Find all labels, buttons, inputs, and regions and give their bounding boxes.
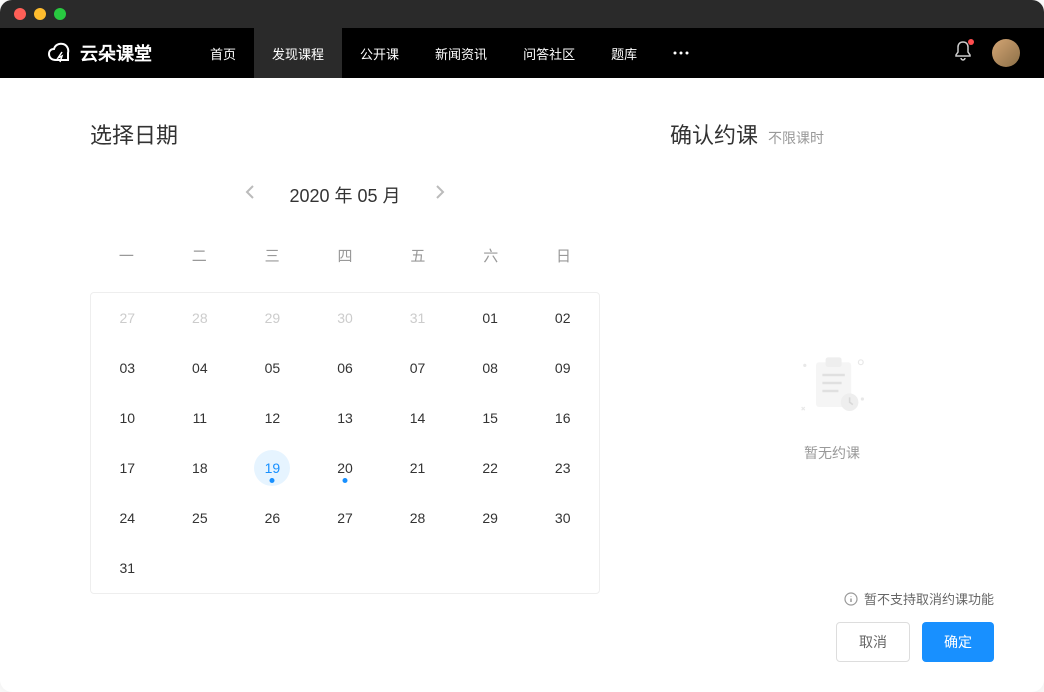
event-dot xyxy=(270,478,275,483)
calendar-day[interactable]: 25 xyxy=(164,493,237,543)
weekday-label: 日 xyxy=(527,235,600,276)
weekday-label: 五 xyxy=(381,235,454,276)
empty-state: 暂无约课 xyxy=(670,180,994,589)
calendar-grid: 2728293031010203040506070809101112131415… xyxy=(90,292,600,594)
weekday-row: 一二三四五六日 xyxy=(90,235,600,276)
top-nav: 云朵课堂 首页发现课程公开课新闻资讯问答社区题库 xyxy=(0,28,1044,78)
calendar-header: 2020 年 05 月 xyxy=(90,180,600,209)
titlebar xyxy=(0,0,1044,28)
calendar-day[interactable]: 14 xyxy=(381,393,454,443)
calendar-day[interactable]: 28 xyxy=(381,493,454,543)
calendar-day[interactable]: 20 xyxy=(309,443,382,493)
warning-row: 暂不支持取消约课功能 xyxy=(670,589,994,608)
calendar-day[interactable]: 06 xyxy=(309,343,382,393)
bottom-area: 暂不支持取消约课功能 取消 确定 xyxy=(670,589,994,662)
calendar-day[interactable]: 29 xyxy=(454,493,527,543)
confirm-panel: 确认约课 不限课时 xyxy=(640,78,1044,692)
section-title: 选择日期 xyxy=(90,118,600,150)
nav-item[interactable]: 题库 xyxy=(593,28,655,78)
info-icon xyxy=(844,592,858,606)
logo-text: 云朵课堂 xyxy=(80,40,152,66)
nav-right xyxy=(954,39,1020,67)
calendar-day[interactable]: 17 xyxy=(91,443,164,493)
calendar-day[interactable]: 27 xyxy=(91,293,164,343)
calendar-day[interactable]: 13 xyxy=(309,393,382,443)
calendar-day[interactable]: 12 xyxy=(236,393,309,443)
warning-text: 暂不支持取消约课功能 xyxy=(864,589,994,608)
confirm-header: 确认约课 不限课时 xyxy=(670,118,994,150)
calendar-day[interactable]: 30 xyxy=(526,493,599,543)
confirm-button[interactable]: 确定 xyxy=(922,622,994,662)
cancel-button[interactable]: 取消 xyxy=(836,622,910,662)
nav-item[interactable]: 问答社区 xyxy=(505,28,593,78)
weekday-label: 三 xyxy=(236,235,309,276)
date-picker-panel: 选择日期 2020 年 05 月 一二三四五六日 272829303101020… xyxy=(0,78,640,692)
confirm-title: 确认约课 xyxy=(670,118,758,150)
calendar-day[interactable]: 10 xyxy=(91,393,164,443)
calendar-day[interactable]: 26 xyxy=(236,493,309,543)
calendar-day[interactable]: 29 xyxy=(236,293,309,343)
maximize-window-button[interactable] xyxy=(54,8,66,20)
calendar-day[interactable]: 19 xyxy=(236,443,309,493)
chevron-right-icon xyxy=(435,184,445,200)
weekday-label: 六 xyxy=(454,235,527,276)
dots-icon xyxy=(673,51,689,55)
button-row: 取消 确定 xyxy=(670,622,994,662)
nav-item[interactable]: 公开课 xyxy=(342,28,417,78)
calendar-day[interactable]: 01 xyxy=(454,293,527,343)
nav-item[interactable]: 新闻资讯 xyxy=(417,28,505,78)
minimize-window-button[interactable] xyxy=(34,8,46,20)
logo[interactable]: 云朵课堂 xyxy=(48,40,152,66)
calendar-day[interactable]: 31 xyxy=(91,543,164,593)
weekday-label: 四 xyxy=(309,235,382,276)
clipboard-icon xyxy=(792,347,872,427)
close-window-button[interactable] xyxy=(14,8,26,20)
event-dot xyxy=(342,478,347,483)
calendar-day[interactable]: 02 xyxy=(526,293,599,343)
notifications-button[interactable] xyxy=(954,41,972,66)
nav-item[interactable]: 发现课程 xyxy=(254,28,342,78)
weekday-label: 一 xyxy=(90,235,163,276)
empty-text: 暂无约课 xyxy=(804,443,860,463)
calendar-day[interactable]: 04 xyxy=(164,343,237,393)
confirm-subtitle: 不限课时 xyxy=(768,128,824,148)
calendar-day[interactable]: 09 xyxy=(526,343,599,393)
weekday-label: 二 xyxy=(163,235,236,276)
calendar-day[interactable]: 23 xyxy=(526,443,599,493)
calendar-day[interactable]: 05 xyxy=(236,343,309,393)
calendar-day[interactable]: 27 xyxy=(309,493,382,543)
prev-month-button[interactable] xyxy=(241,180,259,209)
next-month-button[interactable] xyxy=(431,180,449,209)
content: 选择日期 2020 年 05 月 一二三四五六日 272829303101020… xyxy=(0,78,1044,692)
notification-dot xyxy=(968,39,974,45)
nav-items: 首页发现课程公开课新闻资讯问答社区题库 xyxy=(192,28,655,78)
calendar-day[interactable]: 24 xyxy=(91,493,164,543)
calendar-day[interactable]: 21 xyxy=(381,443,454,493)
calendar-day[interactable]: 30 xyxy=(309,293,382,343)
nav-item[interactable]: 首页 xyxy=(192,28,254,78)
calendar-day[interactable]: 16 xyxy=(526,393,599,443)
calendar-day[interactable]: 31 xyxy=(381,293,454,343)
chevron-left-icon xyxy=(245,184,255,200)
calendar-day[interactable]: 11 xyxy=(164,393,237,443)
app-window: 云朵课堂 首页发现课程公开课新闻资讯问答社区题库 选择日期 xyxy=(0,0,1044,692)
calendar-day[interactable]: 22 xyxy=(454,443,527,493)
nav-more-button[interactable] xyxy=(655,28,707,78)
avatar[interactable] xyxy=(992,39,1020,67)
calendar-day[interactable]: 15 xyxy=(454,393,527,443)
calendar-day[interactable]: 28 xyxy=(164,293,237,343)
calendar-day[interactable]: 08 xyxy=(454,343,527,393)
cloud-icon xyxy=(48,42,74,64)
month-label: 2020 年 05 月 xyxy=(289,182,400,208)
calendar-day[interactable]: 03 xyxy=(91,343,164,393)
calendar-day[interactable]: 18 xyxy=(164,443,237,493)
calendar-day[interactable]: 07 xyxy=(381,343,454,393)
